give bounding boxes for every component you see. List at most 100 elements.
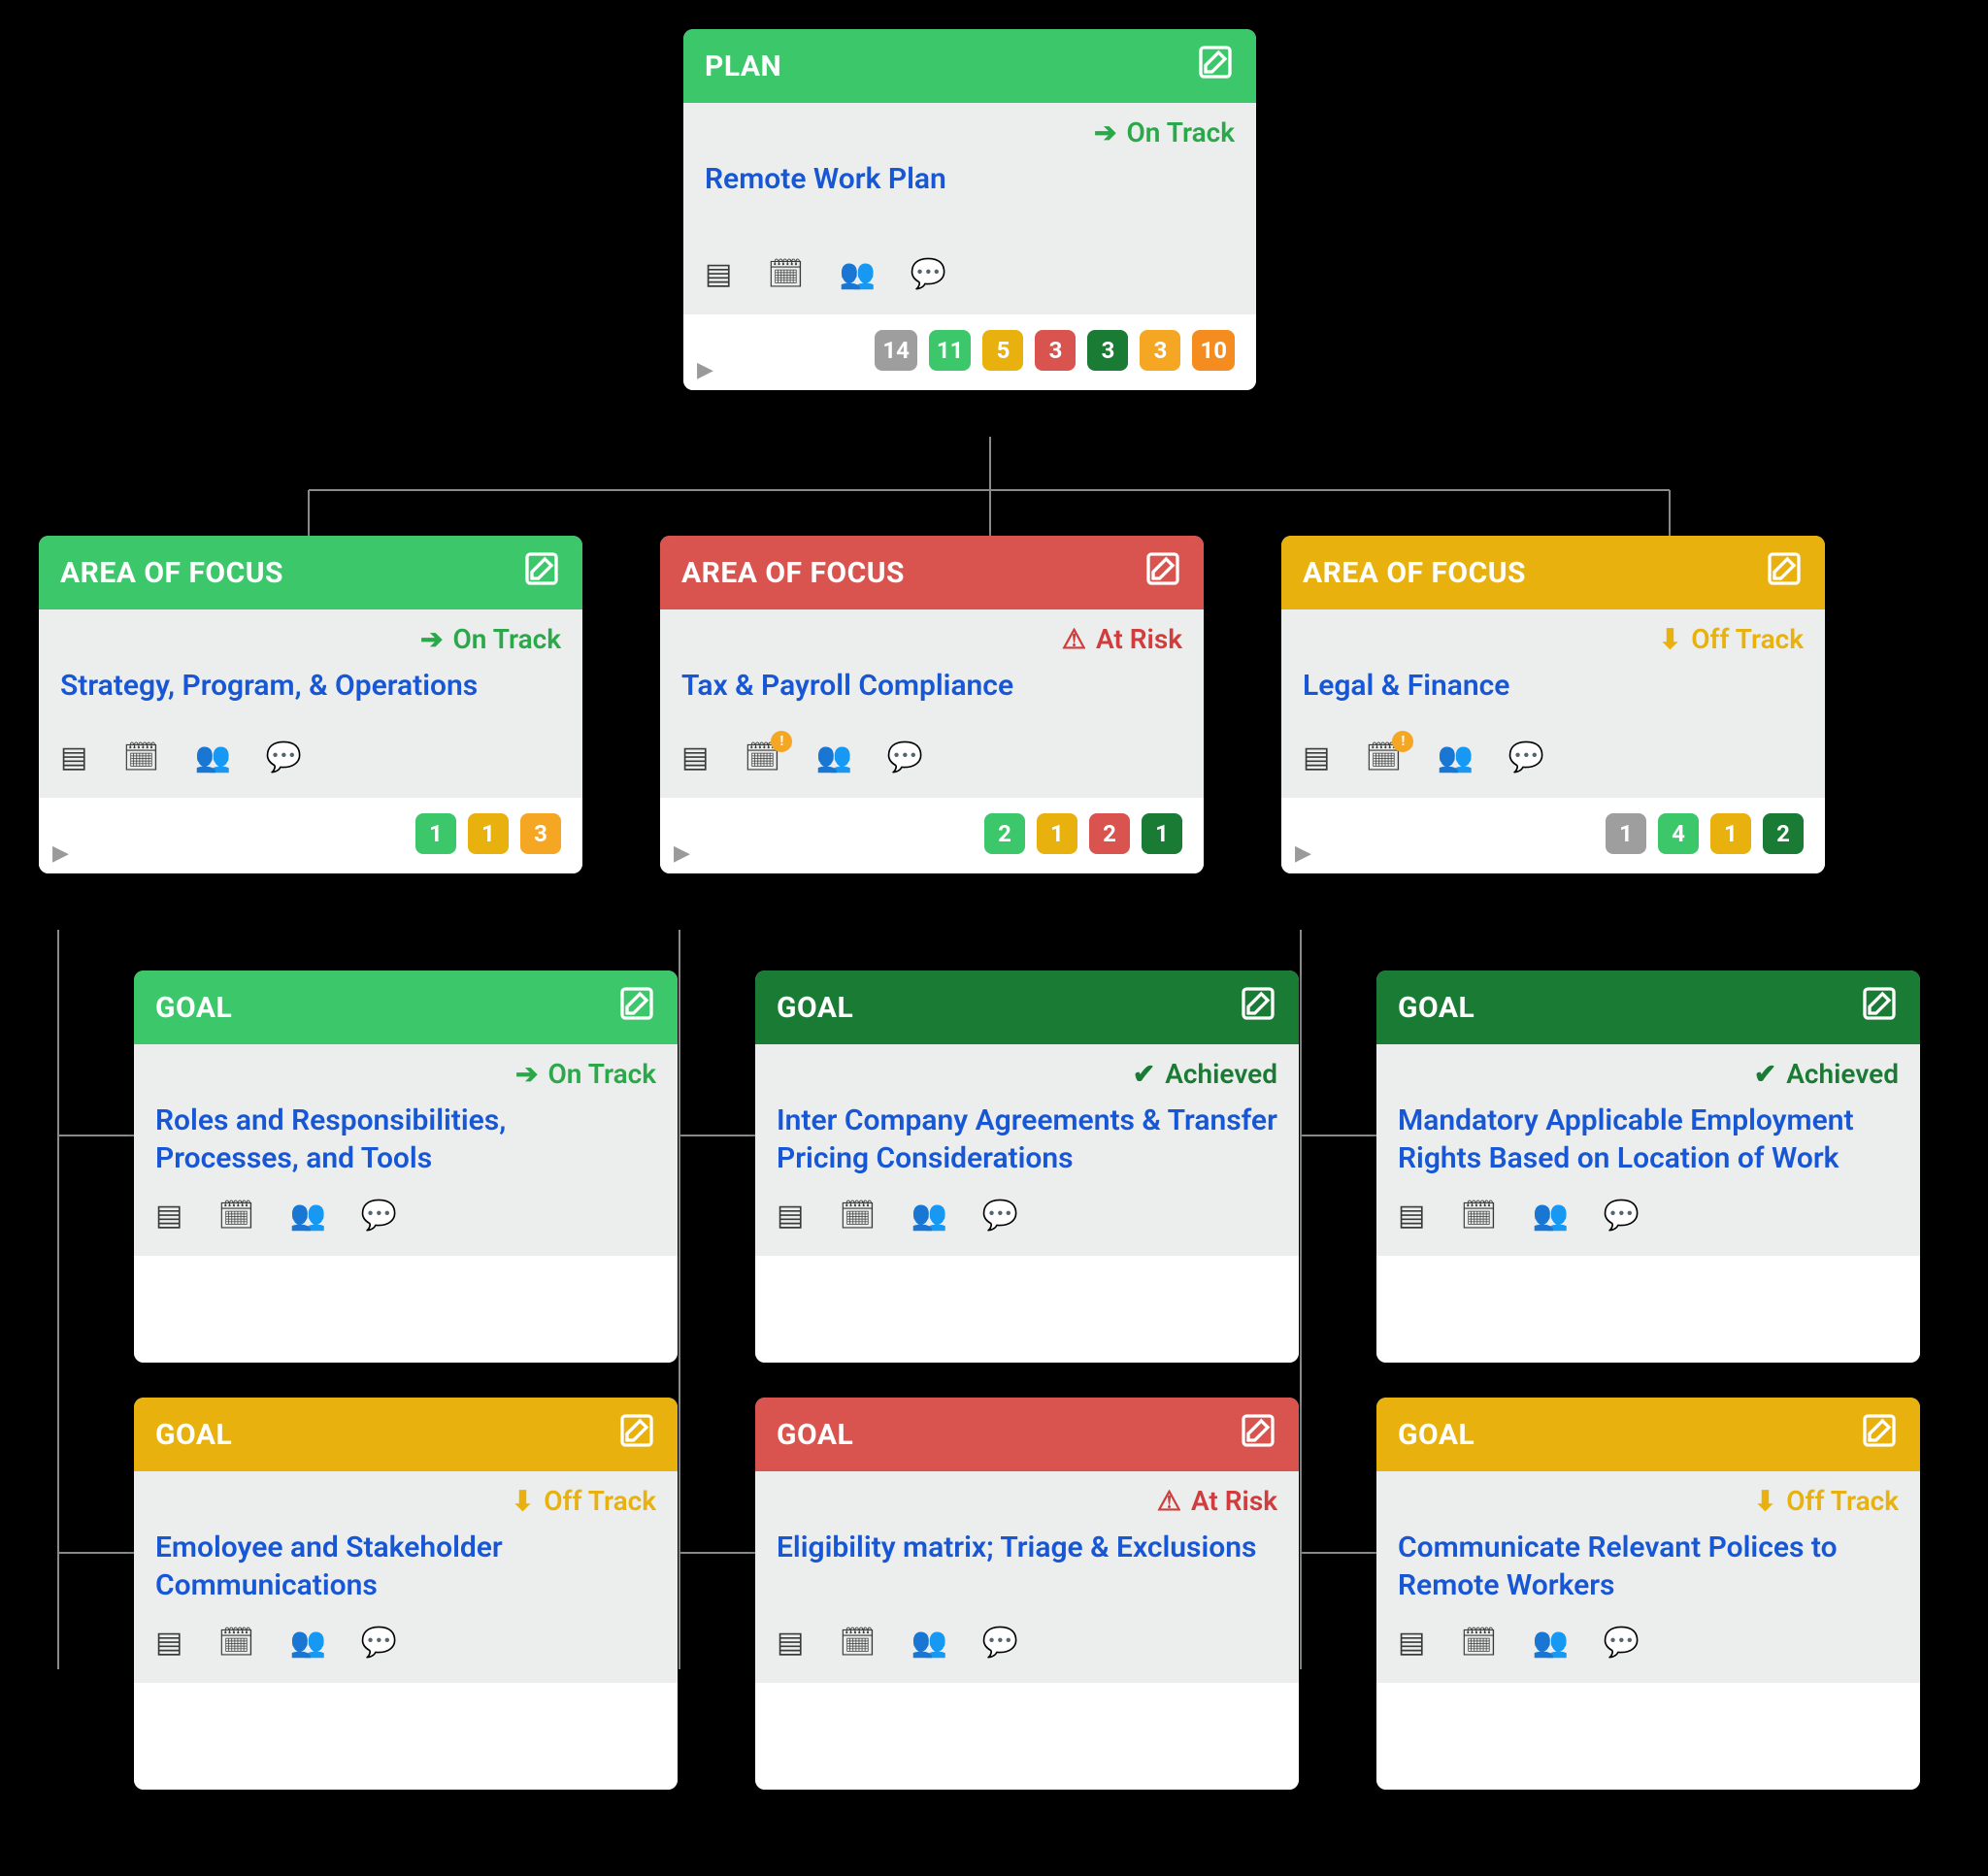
goal-card-header: GOAL [1376, 1398, 1920, 1471]
goal-card-footer-blank [1376, 1683, 1920, 1790]
chat-icon[interactable]: 💬 [911, 257, 946, 291]
count-badge[interactable]: 1 [468, 813, 509, 854]
count-badge[interactable]: 3 [1035, 330, 1076, 371]
goal-title-link[interactable]: Eligibility matrix; Triage & Exclusions [777, 1529, 1277, 1606]
card-icon-row: ▤ 🗓 👥 💬 [777, 1622, 1277, 1665]
expand-caret-icon[interactable]: ▶ [52, 841, 69, 866]
alert-triangle-icon: ⚠ [1157, 1485, 1181, 1517]
group-icon[interactable]: 👥 [1532, 1626, 1568, 1660]
chat-icon[interactable]: 💬 [1604, 1199, 1640, 1233]
goal-title-link[interactable]: Inter Company Agreements & Transfer Pric… [777, 1102, 1277, 1179]
server-icon[interactable]: ▤ [1398, 1626, 1425, 1660]
calendar-icon[interactable]: 🗓 [839, 1199, 876, 1233]
edit-icon[interactable] [617, 984, 656, 1031]
calendar-icon[interactable]: 🗓 [1460, 1199, 1497, 1233]
group-icon[interactable]: 👥 [1437, 741, 1473, 774]
status-indicator: ✔ Achieved [777, 1058, 1277, 1090]
group-icon[interactable]: 👥 [1532, 1199, 1568, 1233]
count-badge[interactable]: 3 [1087, 330, 1128, 371]
group-icon[interactable]: 👥 [289, 1199, 325, 1233]
goal-card: GOAL ⬇ Off Track Communicate Relevant Po… [1376, 1398, 1920, 1790]
goal-title-link[interactable]: Emoloyee and Stakeholder Communications [155, 1529, 656, 1606]
server-icon[interactable]: ▤ [777, 1626, 804, 1660]
calendar-icon[interactable]: 🗓! [1365, 741, 1402, 774]
calendar-icon[interactable]: 🗓 [122, 741, 159, 774]
chat-icon[interactable]: 💬 [1508, 741, 1544, 774]
count-badge[interactable]: 2 [1763, 813, 1804, 854]
server-icon[interactable]: ▤ [705, 257, 732, 291]
server-icon[interactable]: ▤ [60, 741, 87, 774]
count-badge[interactable]: 10 [1192, 330, 1235, 371]
count-badge[interactable]: 1 [1606, 813, 1646, 854]
goal-card-body: ✔ Achieved Inter Company Agreements & Tr… [755, 1044, 1299, 1256]
goal-card-body: ⬇ Off Track Emoloyee and Stakeholder Com… [134, 1471, 678, 1683]
goal-title-link[interactable]: Roles and Responsibilities, Processes, a… [155, 1102, 656, 1179]
count-badge[interactable]: 2 [984, 813, 1025, 854]
calendar-icon[interactable]: 🗓 [1460, 1626, 1497, 1660]
edit-icon[interactable] [617, 1411, 656, 1458]
server-icon[interactable]: ▤ [1303, 741, 1330, 774]
calendar-icon[interactable]: 🗓 [839, 1626, 876, 1660]
group-icon[interactable]: 👥 [839, 257, 875, 291]
status-indicator: ⬇ Off Track [1303, 623, 1804, 655]
server-icon[interactable]: ▤ [777, 1199, 804, 1233]
count-badge[interactable]: 14 [875, 330, 917, 371]
count-badge[interactable]: 1 [1142, 813, 1182, 854]
card-icon-row: ▤ 🗓 👥 💬 [705, 253, 1235, 297]
group-icon[interactable]: 👥 [911, 1199, 946, 1233]
count-badge[interactable]: 3 [520, 813, 561, 854]
group-icon[interactable]: 👥 [911, 1626, 946, 1660]
plan-card: PLAN ➔ On Track Remote Work Plan ▤ 🗓 👥 💬… [683, 29, 1256, 390]
goal-title-link[interactable]: Communicate Relevant Polices to Remote W… [1398, 1529, 1899, 1606]
server-icon[interactable]: ▤ [155, 1626, 182, 1660]
expand-caret-icon[interactable]: ▶ [697, 358, 713, 382]
edit-icon[interactable] [1860, 1411, 1899, 1458]
chat-icon[interactable]: 💬 [1604, 1626, 1640, 1660]
count-badge[interactable]: 3 [1140, 330, 1180, 371]
count-badge[interactable]: 11 [929, 330, 972, 371]
calendar-icon[interactable]: 🗓 [217, 1199, 254, 1233]
group-icon[interactable]: 👥 [289, 1626, 325, 1660]
calendar-icon[interactable]: 🗓 [767, 257, 804, 291]
count-badge[interactable]: 1 [415, 813, 456, 854]
group-icon[interactable]: 👥 [815, 741, 851, 774]
count-badge[interactable]: 2 [1089, 813, 1130, 854]
area-title-link[interactable]: Legal & Finance [1303, 667, 1804, 721]
goal-card-header: GOAL [134, 1398, 678, 1471]
card-icon-row: ▤ 🗓 👥 💬 [1398, 1195, 1899, 1238]
area-title-link[interactable]: Strategy, Program, & Operations [60, 667, 561, 721]
server-icon[interactable]: ▤ [681, 741, 709, 774]
area-card-header: AREA OF FOCUS [39, 536, 582, 609]
server-icon[interactable]: ▤ [155, 1199, 182, 1233]
plan-title-link[interactable]: Remote Work Plan [705, 160, 1235, 238]
count-badge[interactable]: 4 [1658, 813, 1699, 854]
goal-card-body: ✔ Achieved Mandatory Applicable Employme… [1376, 1044, 1920, 1256]
calendar-icon[interactable]: 🗓! [744, 741, 780, 774]
edit-icon[interactable] [1239, 1411, 1277, 1458]
edit-icon[interactable] [522, 549, 561, 596]
server-icon[interactable]: ▤ [1398, 1199, 1425, 1233]
edit-icon[interactable] [1860, 984, 1899, 1031]
expand-caret-icon[interactable]: ▶ [674, 841, 690, 866]
count-badge[interactable]: 1 [1710, 813, 1751, 854]
card-type-label: GOAL [1398, 1418, 1474, 1452]
area-card-footer: 1 4 1 2 ▶ [1281, 798, 1825, 873]
edit-icon[interactable] [1239, 984, 1277, 1031]
chat-icon[interactable]: 💬 [361, 1626, 397, 1660]
group-icon[interactable]: 👥 [194, 741, 230, 774]
edit-icon[interactable] [1765, 549, 1804, 596]
chat-icon[interactable]: 💬 [266, 741, 302, 774]
count-badge[interactable]: 1 [1037, 813, 1077, 854]
edit-icon[interactable] [1196, 43, 1235, 89]
area-title-link[interactable]: Tax & Payroll Compliance [681, 667, 1182, 721]
chat-icon[interactable]: 💬 [887, 741, 923, 774]
calendar-icon[interactable]: 🗓 [217, 1626, 254, 1660]
expand-caret-icon[interactable]: ▶ [1295, 841, 1311, 866]
chat-icon[interactable]: 💬 [982, 1199, 1018, 1233]
status-text: At Risk [1096, 623, 1182, 655]
chat-icon[interactable]: 💬 [361, 1199, 397, 1233]
count-badge[interactable]: 5 [982, 330, 1023, 371]
goal-title-link[interactable]: Mandatory Applicable Employment Rights B… [1398, 1102, 1899, 1179]
edit-icon[interactable] [1143, 549, 1182, 596]
chat-icon[interactable]: 💬 [982, 1626, 1018, 1660]
